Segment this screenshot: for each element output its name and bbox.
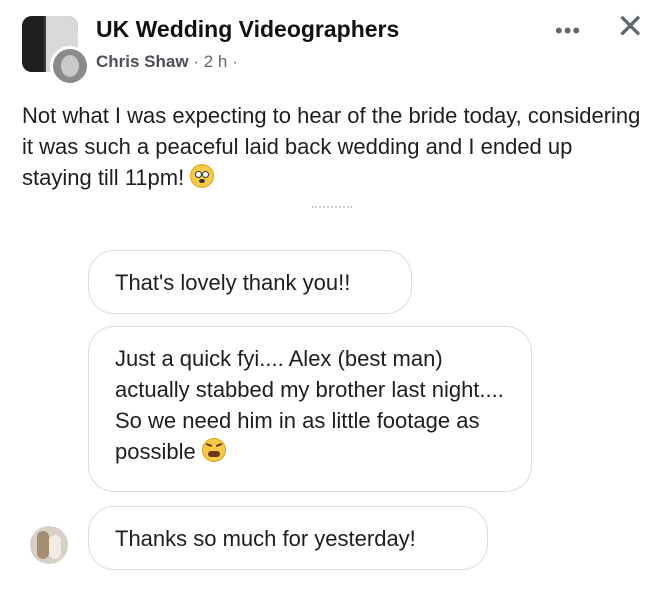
post-header: UK Wedding Videographers Chris Shaw · 2 … (22, 6, 645, 86)
post-time[interactable]: 2 h (204, 52, 228, 71)
author-avatar-face (61, 55, 79, 77)
post-meta: Chris Shaw · 2 h · (96, 52, 238, 72)
message-text: That's lovely thank you!! (115, 270, 351, 295)
sender-avatar-figure-right (49, 535, 61, 559)
meta-separator: · (188, 52, 204, 71)
meta-trailing: · (227, 52, 238, 71)
message-text: Just a quick fyi.... Alex (best man) act… (115, 346, 504, 464)
message-bubble: Just a quick fyi.... Alex (best man) act… (88, 326, 532, 492)
flushed-face-icon (190, 164, 215, 188)
close-icon[interactable]: ✕ (616, 10, 645, 44)
group-name[interactable]: UK Wedding Videographers (96, 16, 399, 43)
divider (312, 206, 352, 210)
post-body: Not what I was expecting to hear of the … (22, 100, 642, 193)
message-bubble: That's lovely thank you!! (88, 250, 412, 314)
post-text: Not what I was expecting to hear of the … (22, 103, 641, 190)
group-avatar-shade (22, 16, 44, 72)
weary-face-icon (201, 438, 226, 462)
author-avatar[interactable] (50, 46, 90, 86)
message-text: Thanks so much for yesterday! (115, 526, 416, 551)
more-horizontal-icon[interactable]: ••• (555, 18, 581, 44)
sender-avatar-figure-left (37, 531, 49, 559)
sender-avatar[interactable] (30, 526, 68, 564)
author-name[interactable]: Chris Shaw (96, 52, 189, 71)
message-bubble: Thanks so much for yesterday! (88, 506, 488, 570)
